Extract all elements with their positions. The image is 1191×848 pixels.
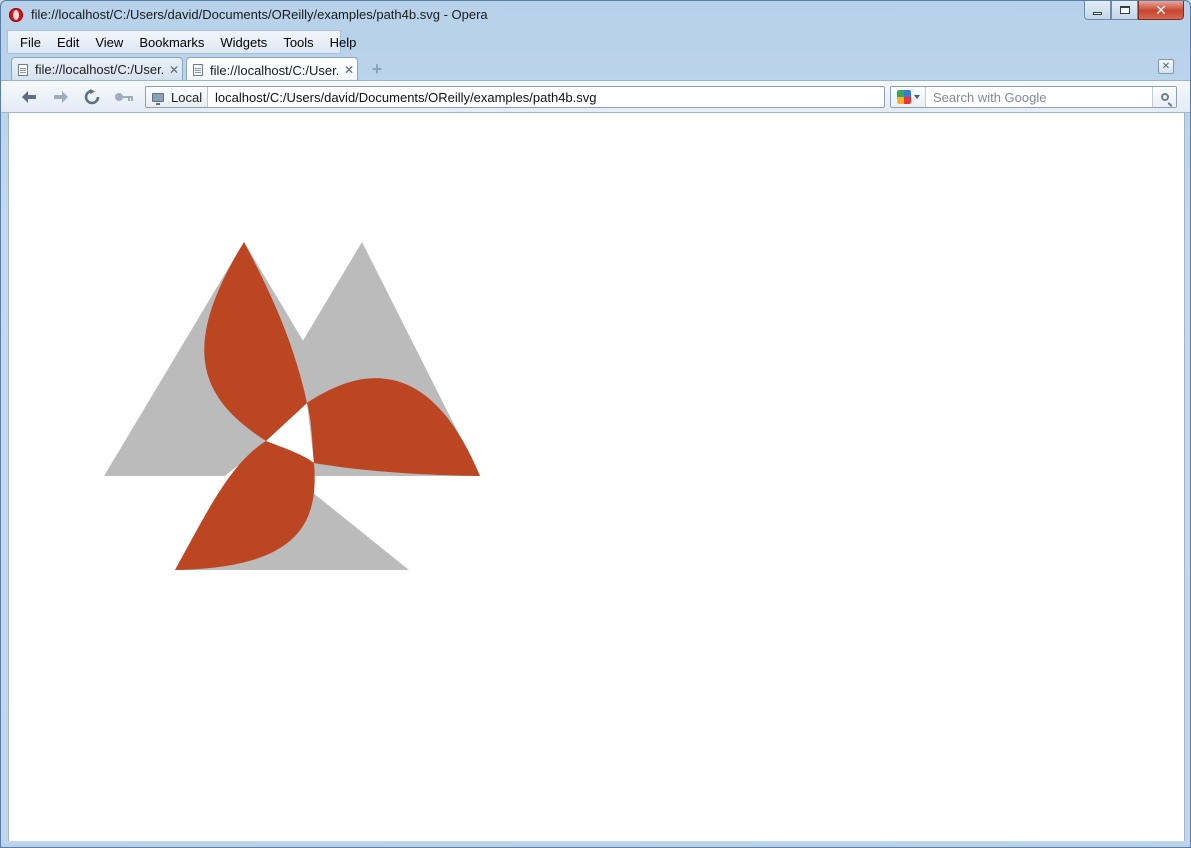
- tab-close-icon[interactable]: ✕: [169, 63, 179, 77]
- close-window-button[interactable]: ✕: [1138, 1, 1184, 20]
- search-engine-selector[interactable]: [891, 87, 926, 107]
- window-bottom-frame: [1, 841, 1190, 847]
- page-viewport: [8, 113, 1185, 841]
- close-icon: ✕: [1155, 1, 1167, 18]
- menu-tools[interactable]: Tools: [275, 35, 321, 50]
- site-info-badge[interactable]: Local: [146, 87, 208, 107]
- browser-window: file://localhost/C:/Users/david/Document…: [0, 0, 1191, 848]
- page-icon: [18, 63, 28, 76]
- forward-arrow-icon[interactable]: [50, 87, 72, 107]
- menu-bar: File Edit View Bookmarks Widgets Tools H…: [7, 30, 356, 54]
- key-icon[interactable]: [113, 87, 135, 107]
- closed-tabs-icon[interactable]: ✕: [1158, 59, 1174, 74]
- menu-view[interactable]: View: [87, 35, 131, 50]
- search-button[interactable]: [1152, 87, 1176, 107]
- site-badge-label: Local: [171, 89, 203, 105]
- menu-help[interactable]: Help: [322, 35, 365, 50]
- window-controls: ✕: [1084, 1, 1184, 20]
- opera-icon[interactable]: [9, 8, 23, 22]
- plus-icon[interactable]: +: [369, 60, 385, 78]
- search-input[interactable]: [926, 88, 1152, 106]
- maximize-button[interactable]: [1111, 1, 1138, 20]
- minimize-button[interactable]: [1084, 1, 1111, 20]
- search-box: [890, 86, 1177, 108]
- minimize-icon: [1093, 11, 1102, 15]
- tab-label: file://localhost/C:/User...: [35, 62, 163, 77]
- navigation-bar: Local localhost/C:/Users/david/Documents…: [1, 80, 1190, 113]
- reload-icon[interactable]: [81, 87, 103, 107]
- tab-2-active[interactable]: file://localhost/C:/User... ✕: [186, 57, 358, 82]
- menu-file[interactable]: File: [12, 35, 49, 50]
- page-icon: [193, 64, 203, 76]
- tab-1[interactable]: file://localhost/C:/User... ✕: [11, 57, 183, 81]
- chevron-down-icon: [913, 95, 920, 99]
- address-input[interactable]: localhost/C:/Users/david/Documents/OReil…: [208, 90, 597, 105]
- menu-widgets[interactable]: Widgets: [212, 35, 275, 50]
- tab-close-icon[interactable]: ✕: [344, 63, 354, 77]
- maximize-icon: [1119, 6, 1130, 14]
- tab-label: file://localhost/C:/User...: [210, 62, 338, 78]
- window-title: file://localhost/C:/Users/david/Document…: [31, 7, 488, 22]
- svg-document: [104, 242, 480, 570]
- title-bar: file://localhost/C:/Users/david/Document…: [1, 1, 1190, 29]
- tab-bar: file://localhost/C:/User... ✕ file://loc…: [1, 55, 1190, 82]
- address-bar[interactable]: Local localhost/C:/Users/david/Documents…: [145, 86, 885, 108]
- search-icon: [1160, 93, 1169, 101]
- back-arrow-icon[interactable]: [18, 87, 40, 107]
- local-computer-icon: [152, 92, 164, 105]
- google-icon: [896, 90, 911, 104]
- menu-edit[interactable]: Edit: [49, 35, 87, 50]
- petal-right: [307, 378, 480, 476]
- menu-bookmarks[interactable]: Bookmarks: [131, 35, 212, 50]
